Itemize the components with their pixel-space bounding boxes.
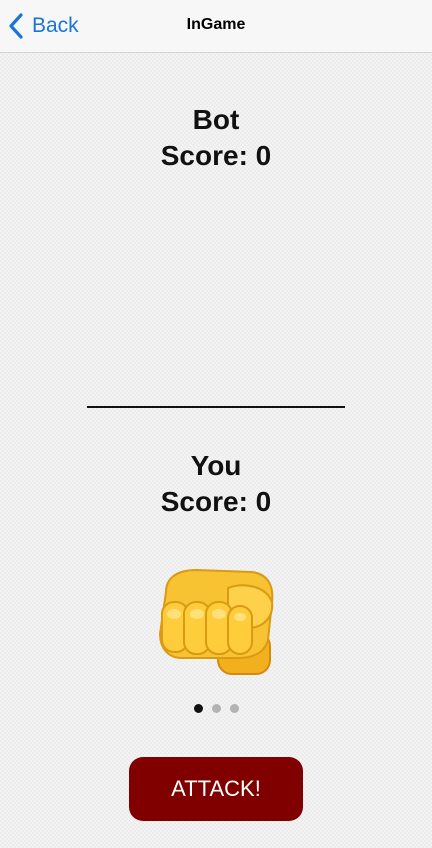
bot-name: Bot — [192, 104, 240, 135]
bot-score: Score: 0 — [160, 140, 272, 171]
attack-button[interactable]: ATTACK! — [129, 757, 303, 821]
page-dot[interactable] — [193, 704, 203, 713]
fist-icon[interactable] — [152, 562, 280, 678]
navigation-bar: Back InGame — [0, 0, 432, 53]
bot-panel: Bot Score: 0 — [0, 102, 432, 174]
player-score: Score: 0 — [160, 486, 272, 517]
page-title: InGame — [186, 16, 246, 33]
page-dot[interactable] — [229, 704, 239, 713]
move-page-indicator[interactable] — [0, 704, 432, 714]
page-dot[interactable] — [211, 704, 221, 713]
player-panel: You Score: 0 — [0, 448, 432, 520]
field-divider — [87, 406, 345, 408]
game-screen: Back InGame Bot Score: 0 You Score: 0 AT… — [0, 0, 432, 848]
player-name: You — [190, 450, 242, 481]
